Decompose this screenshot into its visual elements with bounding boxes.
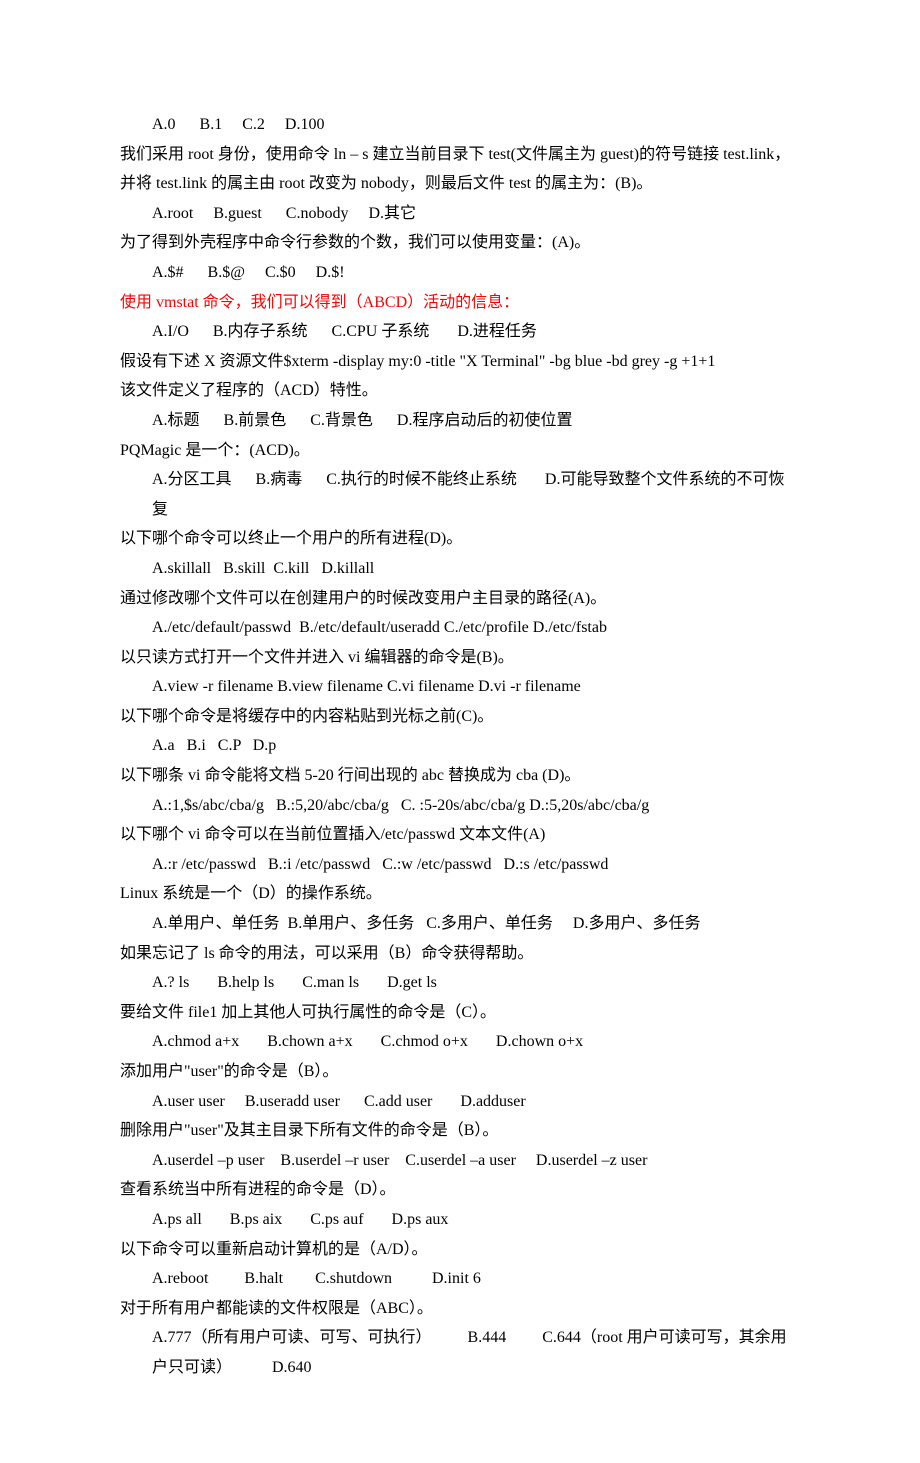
text-line: A./etc/default/passwd B./etc/default/use…	[120, 613, 800, 643]
text-line: 以下哪个命令可以终止一个用户的所有进程(D)。	[120, 524, 800, 554]
text-line: A.chmod a+x B.chown a+x C.chmod o+x D.ch…	[120, 1027, 800, 1057]
text-line: A.userdel –p user B.userdel –r user C.us…	[120, 1146, 800, 1176]
text-line: A.reboot B.halt C.shutdown D.init 6	[120, 1264, 800, 1294]
text-line: A.root B.guest C.nobody D.其它	[120, 199, 800, 229]
text-line: 以下哪个命令是将缓存中的内容粘贴到光标之前(C)。	[120, 702, 800, 732]
text-line: Linux 系统是一个（D）的操作系统。	[120, 879, 800, 909]
document-body: A.0 B.1 C.2 D.100我们采用 root 身份，使用命令 ln – …	[120, 110, 800, 1383]
text-line: 以下哪个 vi 命令可以在当前位置插入/etc/passwd 文本文件(A)	[120, 820, 800, 850]
text-line: 添加用户"user"的命令是（B）。	[120, 1057, 800, 1087]
text-line: A.I/O B.内存子系统 C.CPU 子系统 D.进程任务	[120, 317, 800, 347]
text-line: A.分区工具 B.病毒 C.执行的时候不能终止系统 D.可能导致整个文件系统的不…	[120, 465, 800, 524]
text-line: 使用 vmstat 命令，我们可以得到（ABCD）活动的信息：	[120, 288, 800, 318]
text-line: 以下命令可以重新启动计算机的是（A/D）。	[120, 1235, 800, 1265]
text-line: 如果忘记了 ls 命令的用法，可以采用（B）命令获得帮助。	[120, 939, 800, 969]
text-line: A.a B.i C.P D.p	[120, 731, 800, 761]
text-line: PQMagic 是一个：(ACD)。	[120, 436, 800, 466]
text-line: A.$# B.$@ C.$0 D.$!	[120, 258, 800, 288]
text-line: 以只读方式打开一个文件并进入 vi 编辑器的命令是(B)。	[120, 643, 800, 673]
text-line: A.user user B.useradd user C.add user D.…	[120, 1087, 800, 1117]
text-line: 为了得到外壳程序中命令行参数的个数，我们可以使用变量：(A)。	[120, 228, 800, 258]
text-line: A.标题 B.前景色 C.背景色 D.程序启动后的初使位置	[120, 406, 800, 436]
text-line: A.ps all B.ps aix C.ps auf D.ps aux	[120, 1205, 800, 1235]
text-line: A.:1,$s/abc/cba/g B.:5,20/abc/cba/g C. :…	[120, 791, 800, 821]
text-line: 我们采用 root 身份，使用命令 ln – s 建立当前目录下 test(文件…	[120, 140, 800, 199]
text-line: A.0 B.1 C.2 D.100	[120, 110, 800, 140]
text-line: 通过修改哪个文件可以在创建用户的时候改变用户主目录的路径(A)。	[120, 584, 800, 614]
text-line: A.? ls B.help ls C.man ls D.get ls	[120, 968, 800, 998]
text-line: A.skillall B.skill C.kill D.killall	[120, 554, 800, 584]
text-line: 该文件定义了程序的（ACD）特性。	[120, 376, 800, 406]
text-line: A.777（所有用户可读、可写、可执行） B.444 C.644（root 用户…	[120, 1323, 800, 1382]
text-line: 假设有下述 X 资源文件$xterm -display my:0 -title …	[120, 347, 800, 377]
document-page: A.0 B.1 C.2 D.100我们采用 root 身份，使用命令 ln – …	[0, 0, 920, 1463]
text-line: A.view -r filename B.view filename C.vi …	[120, 672, 800, 702]
text-line: 对于所有用户都能读的文件权限是（ABC）。	[120, 1294, 800, 1324]
text-line: A.单用户、单任务 B.单用户、多任务 C.多用户、单任务 D.多用户、多任务	[120, 909, 800, 939]
text-line: 删除用户"user"及其主目录下所有文件的命令是（B）。	[120, 1116, 800, 1146]
text-line: A.:r /etc/passwd B.:i /etc/passwd C.:w /…	[120, 850, 800, 880]
text-line: 以下哪条 vi 命令能将文档 5-20 行间出现的 abc 替换成为 cba (…	[120, 761, 800, 791]
text-line: 要给文件 file1 加上其他人可执行属性的命令是（C）。	[120, 998, 800, 1028]
text-line: 查看系统当中所有进程的命令是（D）。	[120, 1175, 800, 1205]
